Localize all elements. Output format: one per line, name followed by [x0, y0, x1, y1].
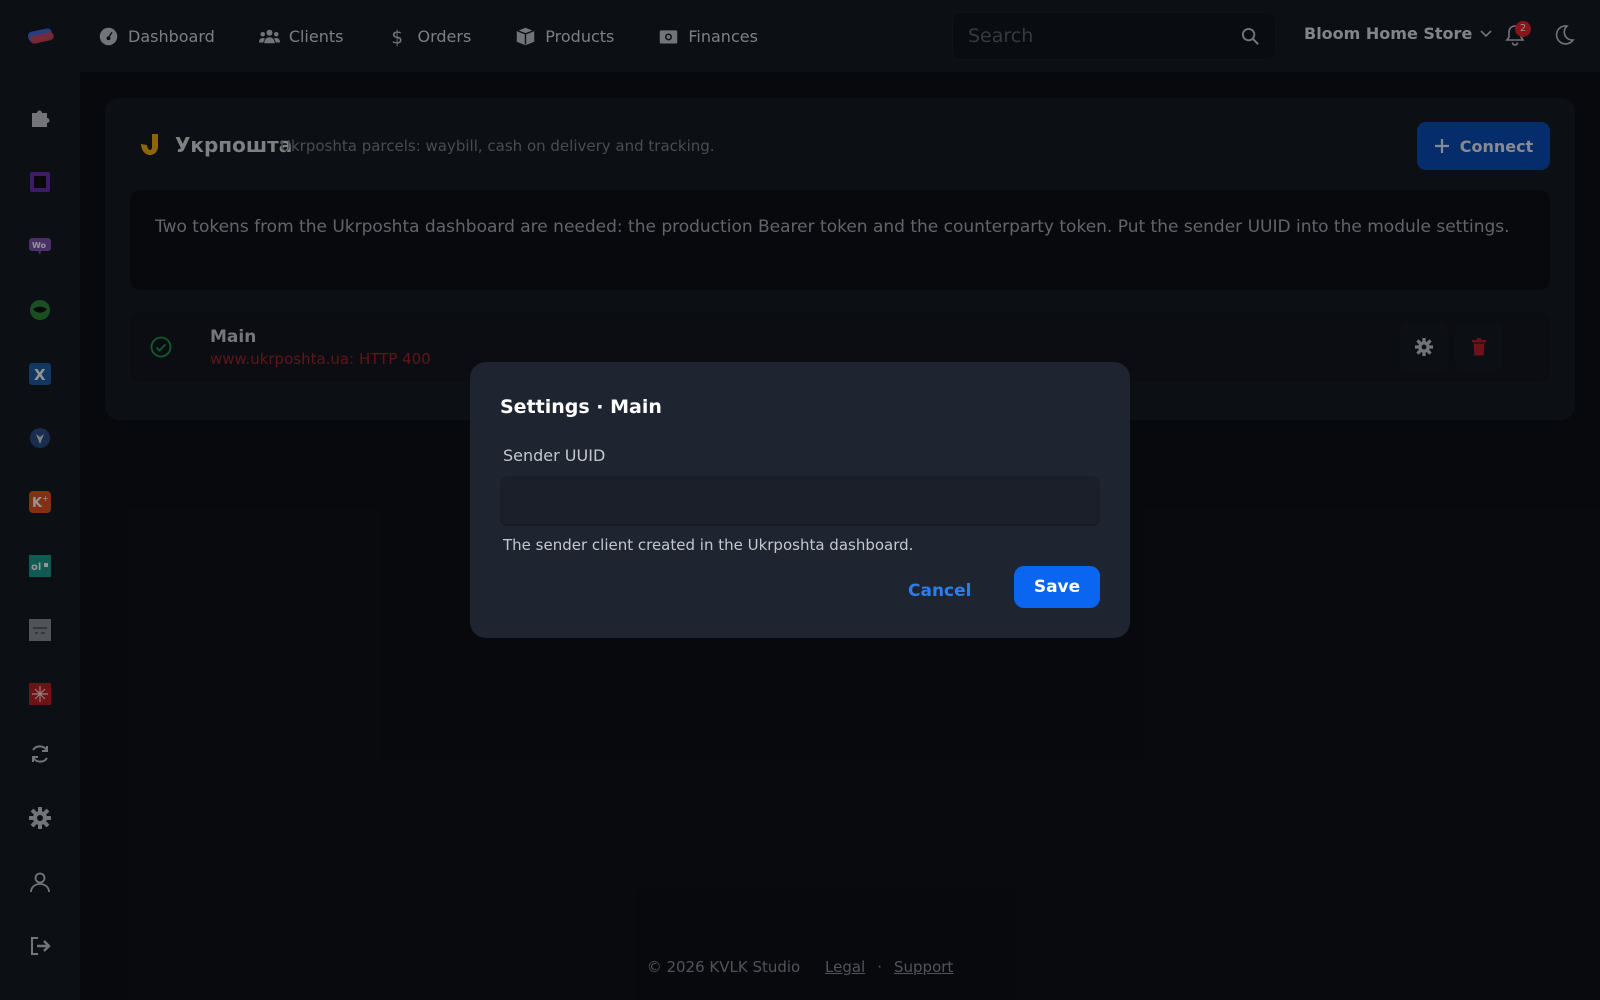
sender-uuid-label: Sender UUID: [503, 446, 606, 465]
sender-uuid-help: The sender client created in the Ukrposh…: [503, 536, 914, 554]
modal-title: Settings · Main: [500, 396, 662, 418]
save-button[interactable]: Save: [1014, 566, 1100, 608]
settings-modal: Settings · Main Sender UUID The sender c…: [470, 362, 1130, 638]
sender-uuid-input[interactable]: [500, 476, 1100, 526]
cancel-button[interactable]: Cancel: [908, 576, 971, 606]
